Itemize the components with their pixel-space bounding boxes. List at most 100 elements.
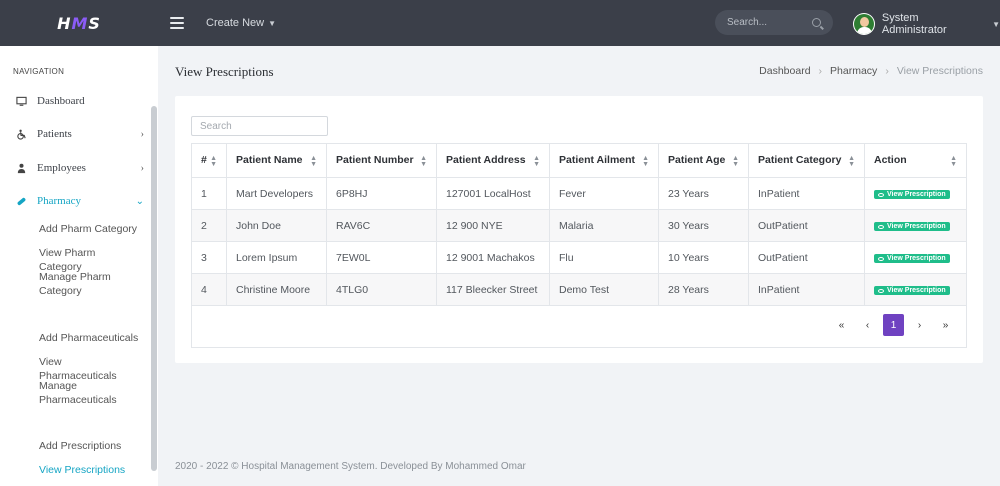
eye-icon	[878, 224, 884, 229]
view-prescription-button[interactable]: View Prescription	[874, 286, 950, 295]
column-header-patient-age[interactable]: Patient Age ▲ ▼	[658, 143, 749, 178]
avatar	[853, 13, 875, 35]
cell-patient-category: OutPatient	[748, 209, 865, 242]
cell-number: 1	[191, 177, 227, 210]
sort-icon: ▲ ▼	[310, 154, 317, 168]
sidebar-item-pharmacy[interactable]: Pharmacy ⌄	[16, 195, 144, 207]
table-header-row: # ▲ ▼ Patient Name ▲ ▼ Patient Number ▲ ▼ Pati…	[191, 143, 967, 178]
chevron-right-icon: ›	[140, 128, 144, 140]
cell-action: View Prescription	[864, 209, 967, 242]
cell-patient-category: InPatient	[748, 273, 865, 306]
submenu-add-pharmaceuticals[interactable]: Add Pharmaceuticals	[39, 331, 139, 345]
pagination-page-1[interactable]: 1	[883, 314, 904, 336]
prescriptions-card: #▲▼ Patient Name▲▼ Patient Number▲▼ Pati…	[175, 96, 983, 363]
cell-patient-number: RAV6C	[326, 209, 437, 242]
view-prescription-button[interactable]: View Prescription	[874, 254, 950, 263]
cell-patient-number: 6P8HJ	[326, 177, 437, 210]
cell-patient-age: 30 Years	[658, 209, 749, 242]
cell-action: View Prescription	[864, 177, 967, 210]
submenu-manage-pharm-category[interactable]: Manage Pharm Category	[39, 270, 139, 298]
prescriptions-table: # ▲ ▼ Patient Name ▲ ▼ Patient Number ▲ ▼ Pati…	[191, 143, 967, 306]
cell-patient-category: InPatient	[748, 177, 865, 210]
eye-icon	[878, 256, 884, 261]
top-search-box	[715, 10, 833, 35]
cell-patient-ailment: Malaria	[549, 209, 659, 242]
submenu-manage-pharmaceuticals[interactable]: Manage Pharmaceuticals	[39, 379, 139, 407]
column-header-patient-name[interactable]: Patient Name ▲ ▼	[226, 143, 327, 178]
cell-patient-name: Lorem Ipsum	[226, 241, 327, 274]
cell-patient-number: 7EW0L	[326, 241, 437, 274]
chevron-down-icon: ⌄	[135, 195, 144, 207]
submenu-view-prescriptions[interactable]: View Prescriptions	[39, 463, 139, 477]
table-row: 4 Christine Moore 4TLG0 117 Bleecker Str…	[191, 273, 967, 306]
breadcrumb-pharmacy[interactable]: Pharmacy	[830, 65, 877, 77]
user-menu[interactable]: System Administrator ▼	[853, 12, 1000, 36]
cell-patient-address: 12 9001 Machakos	[436, 241, 550, 274]
cell-patient-name: John Doe	[226, 209, 327, 242]
create-new-dropdown[interactable]: Create New ▼	[206, 17, 276, 29]
submenu-add-pharm-category[interactable]: Add Pharm Category	[39, 222, 139, 236]
breadcrumb-separator: ›	[885, 65, 889, 77]
search-icon[interactable]	[812, 18, 821, 27]
sidebar-item-employees[interactable]: Employees ›	[16, 162, 144, 174]
top-search-input[interactable]	[727, 17, 807, 28]
column-header-number[interactable]: # ▲ ▼	[191, 143, 227, 178]
eye-icon	[878, 288, 884, 293]
column-header-action[interactable]: Action ▲ ▼	[864, 143, 967, 178]
cell-patient-age: 23 Years	[658, 177, 749, 210]
sidebar: NAVIGATION Dashboard Patients › Employee…	[0, 46, 158, 486]
cell-action: View Prescription	[864, 273, 967, 306]
sidebar-item-label: Patients	[37, 128, 72, 140]
cell-action: View Prescription	[864, 241, 967, 274]
sort-icon: ▲ ▼	[642, 154, 649, 168]
cell-patient-number: 4TLG0	[326, 273, 437, 306]
sort-icon: ▲ ▼	[533, 154, 540, 168]
view-prescription-button[interactable]: View Prescription	[874, 190, 950, 199]
submenu-add-prescriptions[interactable]: Add Prescriptions	[39, 439, 139, 453]
column-header-patient-ailment[interactable]: Patient Ailment ▲ ▼	[549, 143, 659, 178]
pagination-first-button[interactable]: «	[831, 314, 852, 336]
pagination-prev-button[interactable]: ‹	[857, 314, 878, 336]
table-row: 2 John Doe RAV6C 12 900 NYE Malaria 30 Y…	[191, 209, 967, 242]
pagination: « ‹ 1 › »	[831, 314, 956, 336]
cell-number: 2	[191, 209, 227, 242]
page-title: View Prescriptions	[175, 64, 274, 79]
breadcrumb-dashboard[interactable]: Dashboard	[759, 65, 810, 77]
sort-icon: ▲ ▼	[210, 154, 217, 168]
sidebar-scrollbar[interactable]	[151, 106, 157, 471]
breadcrumb-current: View Prescriptions	[896, 65, 983, 77]
wheelchair-icon	[17, 129, 26, 140]
pagination-last-button[interactable]: »	[935, 314, 956, 336]
cell-number: 4	[191, 273, 227, 306]
breadcrumb-separator: ›	[818, 65, 823, 77]
menu-toggle-icon[interactable]	[170, 17, 184, 29]
user-name: System Administrator	[881, 12, 947, 36]
sort-icon: ▲ ▼	[848, 154, 855, 168]
create-new-label: Create New	[206, 17, 265, 29]
view-prescription-button[interactable]: View Prescription	[874, 222, 950, 231]
column-header-patient-category[interactable]: Patient Category ▲ ▼	[748, 143, 865, 178]
sort-icon: ▲ ▼	[950, 154, 957, 168]
pill-icon	[17, 197, 26, 205]
sidebar-item-label: Employees	[37, 162, 86, 174]
column-header-patient-number[interactable]: Patient Number ▲ ▼	[326, 143, 437, 178]
cell-patient-age: 28 Years	[658, 273, 749, 306]
sidebar-item-label: Pharmacy	[37, 195, 81, 207]
nav-section-title: NAVIGATION	[13, 67, 65, 76]
monitor-icon	[16, 96, 27, 106]
logo[interactable]: HMS	[0, 0, 158, 46]
cell-patient-ailment: Fever	[549, 177, 659, 210]
cell-patient-address: 117 Bleecker Street	[436, 273, 550, 306]
table-search-input[interactable]	[191, 116, 328, 136]
pagination-next-button[interactable]: ›	[909, 314, 930, 336]
sort-icon: ▲ ▼	[420, 154, 427, 168]
sidebar-item-dashboard[interactable]: Dashboard	[16, 95, 144, 107]
cell-patient-name: Mart Developers	[226, 177, 327, 210]
user-icon	[17, 163, 26, 173]
sidebar-item-label: Dashboard	[37, 95, 85, 107]
sidebar-item-patients[interactable]: Patients ›	[16, 128, 144, 140]
logo-text: HMS	[57, 13, 101, 33]
cell-patient-category: OutPatient	[748, 241, 865, 274]
column-header-patient-address[interactable]: Patient Address ▲ ▼	[436, 143, 550, 178]
cell-patient-age: 10 Years	[658, 241, 749, 274]
